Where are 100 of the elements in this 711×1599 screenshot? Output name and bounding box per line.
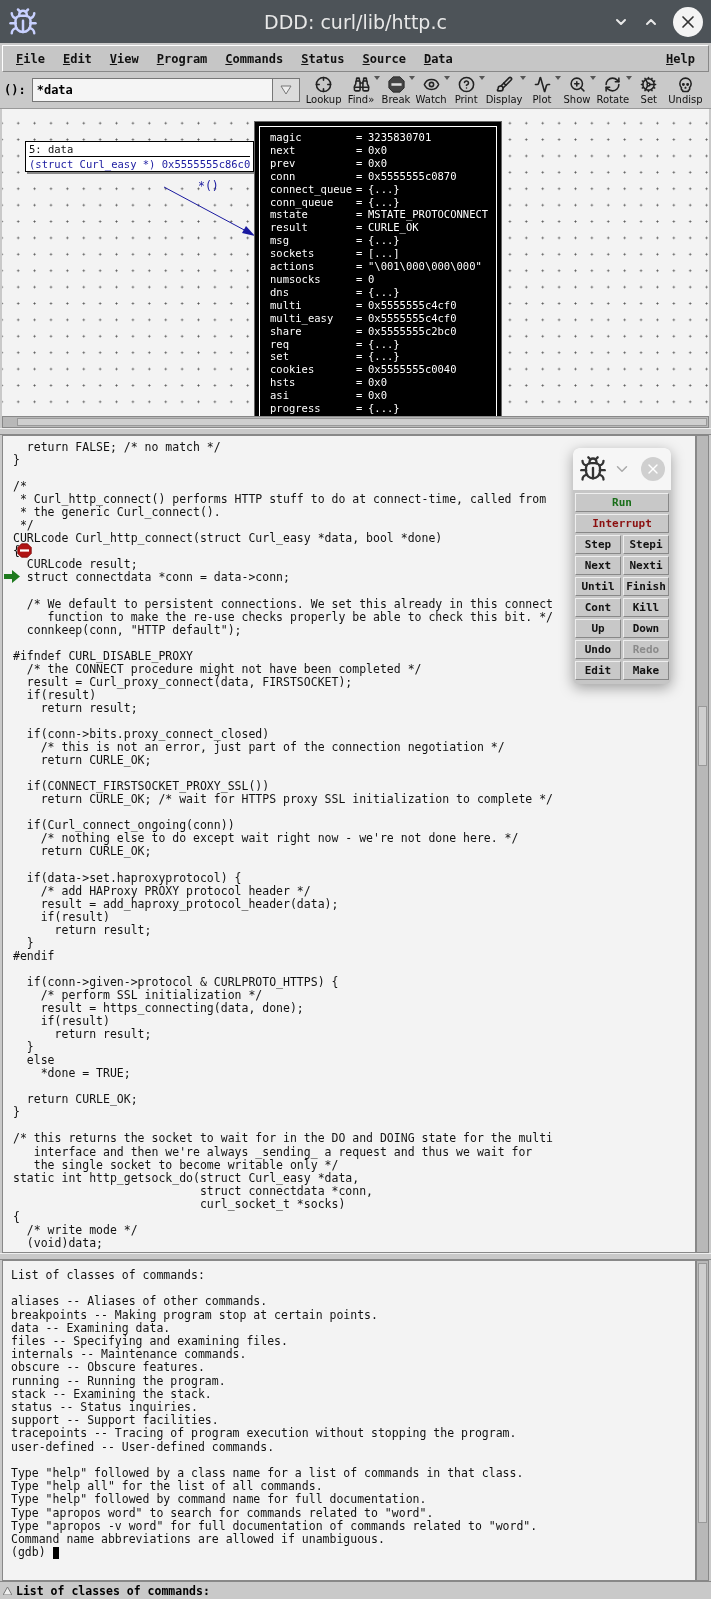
field-name: set: [270, 350, 290, 364]
console-line: data -- Examining data.: [11, 1321, 171, 1335]
code-line: /* write mode */: [25, 1222, 138, 1237]
command-button[interactable]: Kill: [623, 598, 669, 617]
menu-item[interactable]: Program: [147, 49, 217, 68]
command-button[interactable]: Down: [623, 619, 669, 638]
code-line: return CURLE_OK;: [39, 844, 152, 859]
struct-node[interactable]: [255, 122, 501, 416]
field-value: MSTATE_PROTOCONNECT: [368, 208, 490, 222]
code-line: curl_socket_t *socks): [198, 1196, 346, 1211]
vertical-scrollbar[interactable]: [696, 1260, 709, 1581]
field-name: numsocks: [270, 272, 322, 286]
toolbar-button[interactable]: Find»: [343, 75, 379, 105]
equals-sign: =: [356, 272, 364, 286]
command-button[interactable]: Nexti: [623, 556, 669, 575]
history-dropdown-button[interactable]: [271, 78, 300, 102]
rotate-icon: [604, 75, 622, 93]
code-line: function to make the re-use checks properly be able to check this bit. */: [46, 609, 554, 624]
command-button[interactable]: Stepi: [623, 535, 669, 554]
command-button[interactable]: Finish: [623, 577, 669, 596]
close-button[interactable]: [673, 6, 703, 37]
command-button[interactable]: Up: [575, 619, 621, 638]
breakpoint-stop-icon[interactable]: [17, 543, 32, 559]
command-button[interactable]: Undo: [575, 640, 621, 659]
console-line: Type "help" followed by command name for full documentation.: [11, 1493, 428, 1507]
gdb-prompt: (gdb): [11, 1546, 46, 1560]
toolbar-button[interactable]: Set: [631, 75, 667, 105]
code-line: CURLcode Curl_http_connect(struct Curl_easy *data, bool *done): [13, 531, 443, 546]
toolbar-button[interactable]: Display: [483, 75, 525, 105]
field-value: 0x5555555c4cf0: [368, 311, 458, 325]
menu-item[interactable]: File: [7, 49, 54, 68]
code-line: if(CONNECT_FIRSTSOCKET_PROXY_SSL()): [25, 779, 270, 794]
command-button[interactable]: Step: [575, 535, 621, 554]
toolbar-button[interactable]: Rotate: [594, 75, 632, 105]
argument-field[interactable]: *data: [31, 78, 272, 102]
vertical-scrollbar[interactable]: [696, 435, 709, 1253]
command-button[interactable]: Next: [575, 556, 621, 575]
code-line: if(result): [39, 909, 110, 924]
command-button[interactable]: Until: [575, 577, 621, 596]
argument-label: ():: [4, 83, 26, 97]
zoom-in-icon: [568, 75, 586, 93]
code-line: /* this returns the socket to wait for in the DO and DOING state for the multi: [13, 1131, 554, 1146]
console-line: Type "apropos -v word" for full documentation of commands related to "word".: [11, 1519, 539, 1534]
toolbar-button[interactable]: Lookup: [303, 75, 344, 105]
field-name: progress: [270, 402, 322, 415]
code-line: {: [13, 1209, 20, 1224]
menu-item[interactable]: Commands: [216, 49, 293, 68]
field-value: "\001\000\000\000": [368, 260, 483, 273]
equals-sign: =: [356, 311, 364, 325]
code-line: CURLcode result;: [25, 557, 138, 572]
menu-item[interactable]: View: [100, 49, 148, 68]
equals-sign: =: [356, 376, 364, 390]
toolbar-button[interactable]: Plot: [524, 75, 560, 105]
code-line: interface and then we're always _sending_ a request and thus we wait for: [32, 1144, 533, 1159]
command-button[interactable]: Cont: [575, 598, 621, 617]
code-line: }: [25, 1040, 34, 1055]
toolbar-button[interactable]: Show: [559, 75, 595, 105]
data-node[interactable]: 5: data (struct Curl_easy *) 0x5555555c86c0: [25, 141, 255, 172]
code-line: if(result): [25, 687, 97, 702]
field-value: 0x0: [368, 156, 388, 170]
triangle-icon: [3, 1586, 12, 1595]
field-name: cookies: [270, 363, 316, 377]
toolbar-button[interactable]: Print: [448, 75, 484, 105]
menu-item[interactable]: Edit: [53, 49, 101, 68]
toolbar-button[interactable]: Watch: [413, 75, 449, 105]
code-line: return result;: [39, 700, 138, 715]
menu-item[interactable]: Data: [414, 49, 462, 68]
gear-icon: [640, 75, 658, 93]
console-line: status -- Status inquiries.: [11, 1401, 198, 1415]
field-value: 0x0: [368, 143, 388, 157]
equals-sign: =: [356, 143, 364, 157]
command-button[interactable]: Run: [575, 493, 669, 512]
code-line: return CURLE_OK;: [39, 753, 152, 768]
code-line: * Curl_http_connect() performs HTTP stuff to do at connect-time, called from: [18, 492, 547, 507]
menu-item[interactable]: Status: [292, 49, 354, 68]
code-line: /* the CONNECT procedure might not have been completed */: [25, 661, 422, 676]
console-line: Command name abbreviations are allowed if unambiguous.: [11, 1533, 386, 1547]
code-line: return result;: [53, 1027, 152, 1042]
code-line: * the generic Curl_connect().: [18, 505, 221, 520]
command-button[interactable]: Make: [623, 661, 669, 680]
equals-sign: =: [356, 156, 364, 170]
command-button[interactable]: Edit: [575, 661, 621, 680]
code-line: /* this is not an error, just part of the connection negotiation */: [40, 740, 505, 755]
toolbar-button[interactable]: Break: [378, 75, 414, 105]
console-line: running -- Running the program.: [11, 1374, 227, 1388]
node-value: (struct Curl_easy *) 0x5555555c86c0: [29, 157, 251, 170]
horizontal-scrollbar[interactable]: [2, 416, 709, 428]
field-value: 0x0: [368, 376, 388, 390]
field-name: magic: [270, 131, 303, 144]
console-line: obscure -- Obscure features.: [11, 1361, 206, 1375]
console-line: user-defined -- User-defined commands.: [11, 1440, 276, 1454]
field-value: {...}: [368, 350, 401, 364]
menu-item[interactable]: Help: [657, 49, 704, 68]
toolbar-button[interactable]: Undisp: [666, 75, 705, 105]
question-mark-icon: [457, 75, 475, 93]
console-line: Type "help all" for the list of all commands.: [11, 1480, 324, 1494]
equals-sign: =: [356, 350, 364, 364]
menu-item[interactable]: Source: [353, 49, 415, 68]
command-button[interactable]: Interrupt: [575, 514, 669, 533]
console-line: stack -- Examining the stack.: [11, 1387, 212, 1401]
